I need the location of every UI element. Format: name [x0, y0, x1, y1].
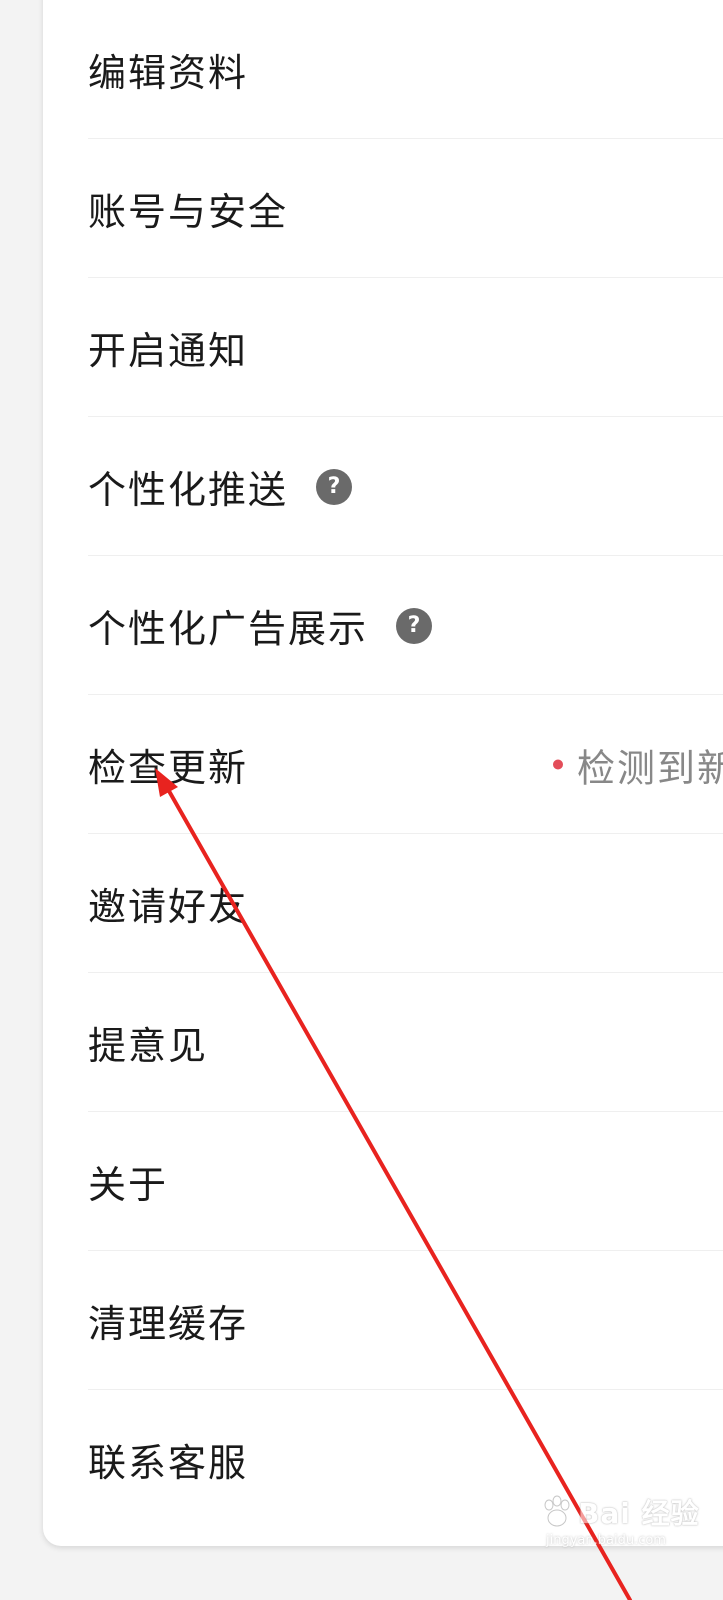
update-status: 检测到新 — [553, 737, 723, 792]
settings-list: 编辑资料 账号与安全 开启通知 个性化推送 ? 个性化广告展示 ? 检查更新 检… — [43, 0, 723, 1529]
settings-item-feedback[interactable]: 提意见 — [43, 973, 723, 1112]
settings-item-label: 个性化推送 — [88, 468, 289, 512]
settings-item-label: 清理缓存 — [88, 1302, 249, 1346]
settings-item-label: 提意见 — [88, 1024, 209, 1068]
question-mark-icon[interactable]: ? — [316, 468, 353, 505]
settings-item-label: 编辑资料 — [88, 51, 249, 95]
watermark-url: jingyan.baidu.com — [546, 1533, 666, 1548]
watermark-text: Bai 经验 — [578, 1497, 700, 1530]
settings-card: 编辑资料 账号与安全 开启通知 个性化推送 ? 个性化广告展示 ? 检查更新 检… — [43, 0, 723, 1546]
settings-item-label: 开启通知 — [88, 329, 249, 373]
settings-item-edit-profile[interactable]: 编辑资料 — [43, 0, 723, 139]
question-mark-icon[interactable]: ? — [396, 607, 433, 644]
settings-item-label: 关于 — [88, 1163, 169, 1207]
settings-item-label: 账号与安全 — [88, 190, 289, 234]
update-status-text: 检测到新 — [577, 746, 723, 790]
settings-item-personalized-ads[interactable]: 个性化广告展示 ? — [43, 556, 723, 695]
settings-item-label: 检查更新 — [88, 746, 249, 790]
settings-item-check-update[interactable]: 检查更新 检测到新 — [43, 695, 723, 834]
settings-item-label: 联系客服 — [88, 1441, 249, 1485]
settings-item-label: 邀请好友 — [88, 885, 249, 929]
paw-icon — [544, 1495, 570, 1527]
baidu-watermark: Bai 经验 — [540, 1492, 700, 1532]
settings-item-account-security[interactable]: 账号与安全 — [43, 139, 723, 278]
settings-item-invite-friends[interactable]: 邀请好友 — [43, 834, 723, 973]
settings-item-about[interactable]: 关于 — [43, 1112, 723, 1251]
red-dot-icon — [553, 759, 563, 770]
settings-item-label: 个性化广告展示 — [88, 607, 369, 651]
settings-item-clear-cache[interactable]: 清理缓存 — [43, 1251, 723, 1390]
settings-item-personalized-push[interactable]: 个性化推送 ? — [43, 417, 723, 556]
settings-item-notifications[interactable]: 开启通知 — [43, 278, 723, 417]
